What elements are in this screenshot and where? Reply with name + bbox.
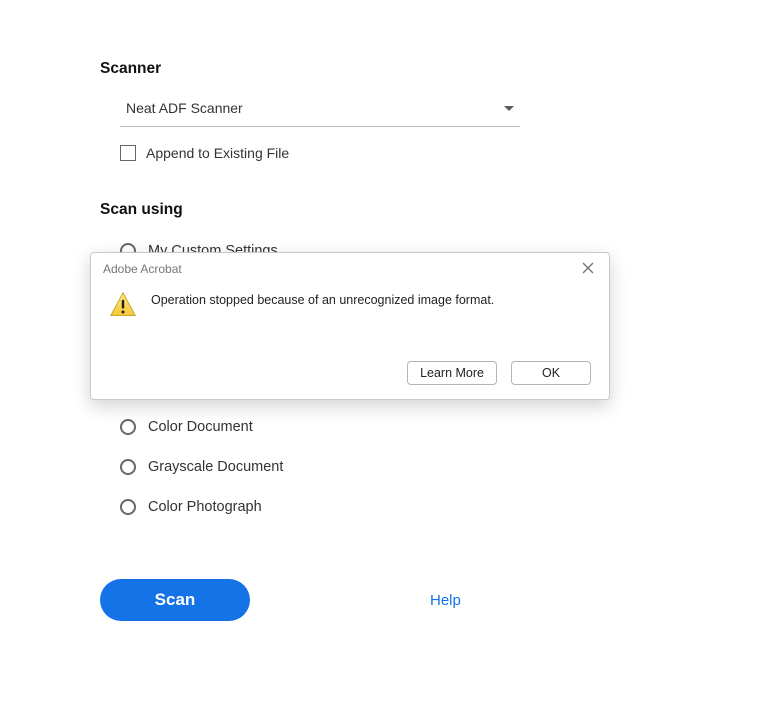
- dialog-titlebar: Adobe Acrobat: [91, 253, 609, 281]
- radio-label: Color Document: [148, 419, 253, 435]
- radio-color-photograph[interactable]: Color Photograph: [120, 499, 670, 515]
- ok-button[interactable]: OK: [511, 361, 591, 385]
- radio-grayscale-document[interactable]: Grayscale Document: [120, 459, 670, 475]
- radio-icon: [120, 419, 136, 435]
- learn-more-button[interactable]: Learn More: [407, 361, 497, 385]
- scan-using-section-label: Scan using: [100, 201, 670, 219]
- warning-icon: [109, 291, 137, 317]
- radio-label: Color Photograph: [148, 499, 262, 515]
- radio-color-document[interactable]: Color Document: [120, 419, 670, 435]
- radio-icon: [120, 459, 136, 475]
- dialog-body: Operation stopped because of an unrecogn…: [91, 281, 609, 321]
- radio-label: Grayscale Document: [148, 459, 283, 475]
- append-to-existing-label: Append to Existing File: [146, 145, 289, 161]
- error-dialog: Adobe Acrobat Operation stopped: [90, 252, 610, 400]
- close-icon: [581, 261, 595, 275]
- dialog-message: Operation stopped because of an unrecogn…: [151, 291, 494, 307]
- radio-icon: [120, 499, 136, 515]
- checkbox-box-icon: [120, 145, 136, 161]
- bottom-actions: Scan Help: [100, 579, 670, 621]
- scanner-dropdown-value: Neat ADF Scanner: [126, 100, 243, 116]
- dialog-close-button[interactable]: [581, 261, 597, 277]
- scanner-section-label: Scanner: [100, 60, 670, 78]
- caret-down-icon: [504, 106, 514, 111]
- scanner-dropdown[interactable]: Neat ADF Scanner: [120, 94, 520, 127]
- scan-button[interactable]: Scan: [100, 579, 250, 621]
- append-to-existing-checkbox[interactable]: Append to Existing File: [120, 145, 670, 161]
- help-link[interactable]: Help: [430, 592, 461, 609]
- dialog-title: Adobe Acrobat: [103, 262, 182, 276]
- dialog-button-row: Learn More OK: [91, 321, 609, 399]
